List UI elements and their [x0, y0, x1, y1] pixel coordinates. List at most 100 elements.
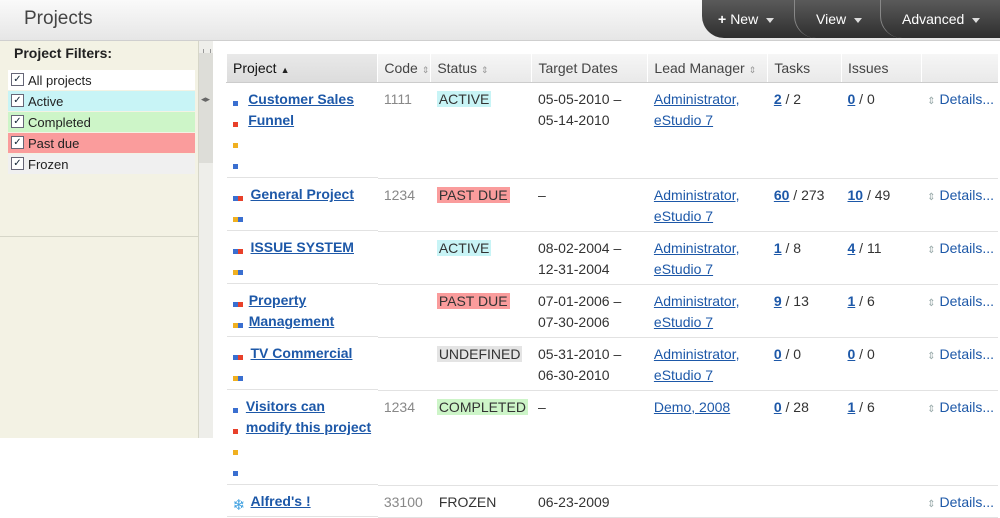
project-name-link[interactable]: TV Commercial: [251, 343, 353, 389]
advanced-button[interactable]: Advanced: [902, 0, 981, 38]
column-header-status[interactable]: Status ⇕: [430, 54, 532, 83]
lead-manager-cell: Administrator, eStudio 7: [647, 337, 768, 391]
checkbox[interactable]: ✓: [11, 115, 24, 128]
table-row: Customer Sales Funnel 1111 ACTIVE 05-05-201…: [226, 82, 998, 179]
project-code: 1111: [377, 82, 431, 179]
lead-manager-cell: Administrator, eStudio 7: [647, 284, 768, 338]
tasks-open-link[interactable]: 2: [774, 91, 782, 107]
project-icon: [232, 188, 245, 230]
expand-icon: ⇕: [927, 498, 936, 510]
status-badge: PAST DUE: [436, 292, 510, 309]
view-button[interactable]: View: [816, 0, 863, 38]
filter-label: Past due: [28, 136, 80, 151]
tasks-total: / 13: [781, 292, 809, 309]
status-cell: PAST DUE: [430, 178, 532, 232]
tasks-cell: [767, 485, 842, 518]
filter-title: Project Filters:: [14, 45, 113, 61]
checkbox[interactable]: ✓: [11, 157, 24, 170]
filter-label: Completed: [28, 115, 91, 130]
filter-item[interactable]: ✓ All projects: [8, 70, 195, 90]
issues-total: / 6: [855, 292, 875, 309]
tasks-cell: 0 / 0: [767, 337, 842, 391]
details-link[interactable]: ⇕ Details...: [927, 399, 994, 415]
status-badge: FROZEN: [436, 493, 499, 510]
details-link[interactable]: ⇕ Details...: [927, 293, 994, 309]
lead-manager-cell: [647, 485, 768, 518]
lead-manager-link[interactable]: Demo, 2008: [654, 399, 730, 415]
tasks-open-link[interactable]: 1: [774, 240, 782, 256]
project-cell: General Project: [226, 178, 378, 231]
project-name-link[interactable]: ISSUE SYSTEM: [251, 237, 354, 283]
filter-item[interactable]: ✓ Completed: [8, 112, 195, 132]
collapse-arrow-icon[interactable]: ◂▸: [201, 94, 210, 105]
filter-item[interactable]: ✓ Past due: [8, 133, 195, 153]
details-link[interactable]: ⇕ Details...: [927, 187, 994, 203]
filter-label: All projects: [28, 73, 92, 88]
project-name-link[interactable]: Customer Sales Funnel: [248, 89, 374, 177]
tasks-open-link[interactable]: 0: [774, 399, 782, 415]
lead-manager-link[interactable]: Administrator, eStudio 7: [654, 293, 740, 330]
issues-total: / 0: [855, 91, 875, 107]
checkbox[interactable]: ✓: [11, 94, 24, 107]
top-nav: + New View Advanced: [702, 0, 1000, 38]
status-cell: UNDEFINED: [430, 337, 532, 391]
lead-manager-link[interactable]: Administrator, eStudio 7: [654, 240, 740, 277]
lead-manager-link[interactable]: Administrator, eStudio 7: [654, 187, 740, 224]
table-header-row: Project ▲ Code ⇕ Status ⇕ Target Dates Lead…: [225, 54, 998, 83]
sort-asc-icon: ▲: [280, 65, 290, 75]
project-name-link[interactable]: Property Management: [249, 290, 374, 336]
table-row: ❄ Alfred's ! 33100 FROZEN 06-23-2009 ⇕ Details…: [226, 485, 998, 518]
tasks-total: / 273: [789, 186, 825, 203]
issues-cell: 0 / 0: [841, 82, 922, 179]
sort-icon: ⇕: [748, 65, 757, 75]
tasks-total: / 0: [781, 345, 802, 362]
tasks-open-link[interactable]: 9: [774, 293, 782, 309]
tasks-open-link[interactable]: 0: [774, 346, 782, 362]
project-code: 1234: [377, 178, 431, 232]
details-link[interactable]: ⇕ Details...: [927, 346, 994, 362]
checkbox[interactable]: ✓: [11, 73, 24, 86]
tasks-total: / 2: [781, 91, 802, 107]
tasks-cell: 2 / 2: [767, 82, 842, 179]
filter-panel: Project Filters: ✓ All projects ✓ Active ✓ Co…: [0, 41, 199, 438]
snowflake-icon: ❄: [232, 497, 246, 514]
project-icon: [232, 400, 240, 484]
issues-total: / 6: [855, 398, 875, 415]
lead-manager-link[interactable]: Administrator, eStudio 7: [654, 91, 740, 128]
new-button[interactable]: + New: [718, 0, 775, 38]
panel-splitter[interactable]: ◂▸: [199, 41, 213, 438]
status-cell: FROZEN: [430, 485, 532, 518]
tasks-total: / 8: [781, 239, 802, 256]
project-name-link[interactable]: Visitors can modify this project: [246, 396, 374, 484]
target-dates: 05-05-2010 –05-14-2010: [531, 82, 648, 179]
details-link[interactable]: ⇕ Details...: [927, 240, 994, 256]
details-link[interactable]: ⇕ Details...: [927, 91, 994, 107]
project-name-link[interactable]: General Project: [251, 184, 355, 230]
project-cell: ❄ Alfred's !: [226, 485, 378, 517]
checkbox[interactable]: ✓: [11, 136, 24, 149]
lead-manager-link[interactable]: Administrator, eStudio 7: [654, 346, 740, 383]
column-header-project[interactable]: Project ▲: [225, 54, 378, 83]
sort-icon: ⇕: [481, 65, 489, 75]
tasks-cell: 60 / 273: [767, 178, 842, 232]
expand-icon: ⇕: [927, 244, 936, 256]
issues-cell: 1 / 6: [841, 284, 922, 338]
lead-manager-cell: Administrator, eStudio 7: [647, 178, 768, 232]
issues-open-link[interactable]: 10: [848, 187, 864, 203]
tasks-open-link[interactable]: 60: [774, 187, 790, 203]
project-name-link[interactable]: Alfred's !: [251, 491, 311, 516]
target-dates: 07-01-2006 –07-30-2006: [531, 284, 648, 338]
expand-icon: ⇕: [927, 403, 936, 415]
column-header-code[interactable]: Code ⇕: [377, 54, 431, 83]
filter-item[interactable]: ✓ Active: [8, 91, 195, 111]
filter-label: Active: [28, 94, 64, 109]
project-cell: TV Commercial: [226, 337, 378, 390]
details-cell: ⇕ Details...: [921, 231, 998, 285]
issues-total: / 11: [855, 239, 882, 256]
filter-item[interactable]: ✓ Frozen: [8, 154, 195, 174]
tasks-cell: 9 / 13: [767, 284, 842, 338]
column-header-lead-manager[interactable]: Lead Manager ⇕: [647, 54, 768, 83]
project-icon: [232, 347, 245, 389]
details-cell: ⇕ Details...: [921, 485, 998, 518]
details-link[interactable]: ⇕ Details...: [927, 494, 994, 510]
